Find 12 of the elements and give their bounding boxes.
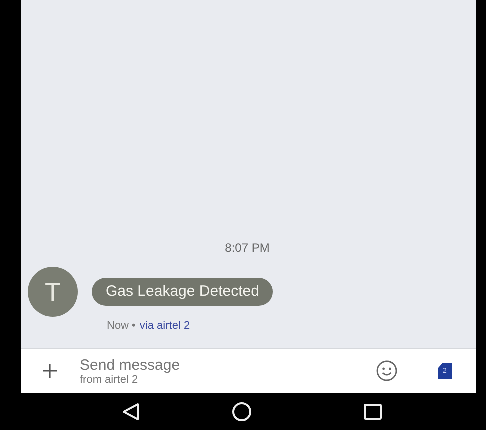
- recents-icon[interactable]: [364, 404, 382, 420]
- emoji-icon[interactable]: [376, 360, 398, 382]
- home-icon[interactable]: [232, 402, 252, 422]
- message-status: Now •: [107, 320, 136, 332]
- back-icon[interactable]: [122, 402, 140, 420]
- sim-info: via airtel 2: [140, 320, 190, 332]
- sim-subtitle: from airtel 2: [80, 374, 140, 386]
- message-input[interactable]: Send message: [80, 356, 210, 374]
- message-bubble: Gas Leakage Detected: [92, 278, 274, 306]
- message-timestamp: 8:07 PM: [225, 241, 270, 255]
- add-icon[interactable]: [43, 364, 57, 378]
- contact-avatar: T: [28, 267, 78, 317]
